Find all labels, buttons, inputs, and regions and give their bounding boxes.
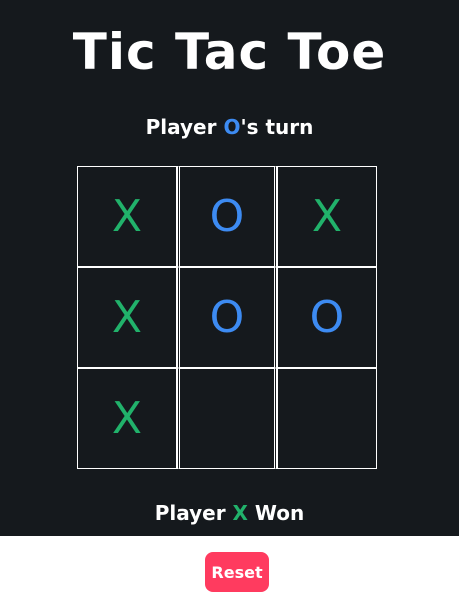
board-cell-r3-c2[interactable]	[177, 368, 277, 469]
board-cell-r2-c3[interactable]: O	[277, 267, 377, 368]
board-cell-r3-c1[interactable]: X	[77, 368, 177, 469]
board-cell-r2-c1[interactable]: X	[77, 267, 177, 368]
turn-indicator: Player O's turn	[0, 114, 459, 140]
board-cell-r1-c3[interactable]: X	[277, 166, 377, 267]
status-mark: X	[232, 501, 248, 525]
game-panel: Tic Tac Toe Player O's turn X O X X O O …	[0, 0, 459, 536]
reset-button[interactable]: Reset	[205, 552, 269, 592]
board-cell-r3-c3[interactable]	[277, 368, 377, 469]
board-cell-r1-c1[interactable]: X	[77, 166, 177, 267]
game-title: Tic Tac Toe	[72, 23, 387, 81]
turn-mark: O	[223, 115, 241, 139]
turn-suffix: 's turn	[240, 115, 314, 139]
game-status: Player X Won	[0, 500, 459, 526]
tic-tac-toe-app: Tic Tac Toe Player O's turn X O X X O O …	[0, 0, 459, 592]
turn-prefix: Player	[145, 115, 224, 139]
board-cell-r2-c2[interactable]: O	[177, 267, 277, 368]
status-prefix: Player	[154, 501, 233, 525]
board-cell-r1-c2[interactable]: O	[177, 166, 277, 267]
status-suffix: Won	[247, 501, 305, 525]
board-grid: X O X X O O X	[77, 166, 377, 470]
